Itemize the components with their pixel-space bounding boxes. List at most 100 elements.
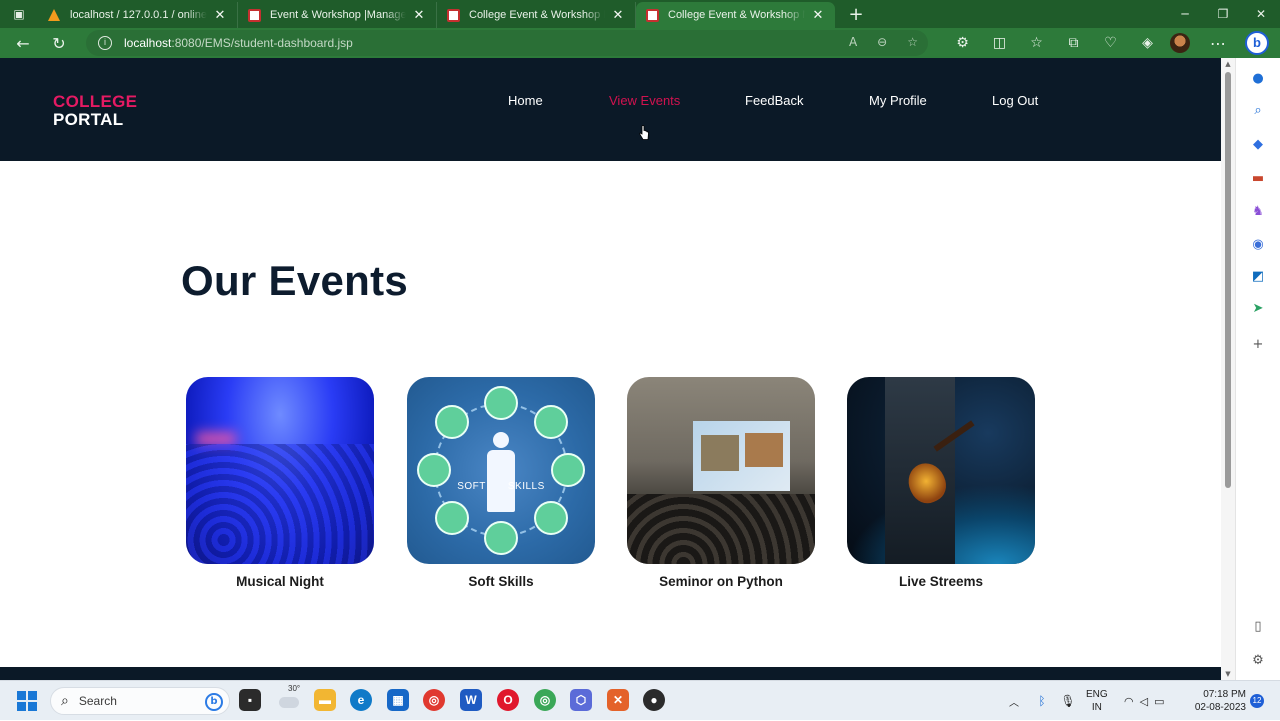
search-placeholder: Search bbox=[78, 694, 117, 708]
hand-cursor-icon bbox=[639, 125, 649, 140]
language-indicator[interactable]: ENG IN bbox=[1086, 688, 1108, 714]
shopping-tag-icon[interactable]: ◆ bbox=[1249, 136, 1267, 154]
split-screen-icon[interactable]: ◫ bbox=[981, 35, 1018, 51]
windows-start-icon[interactable] bbox=[17, 691, 37, 711]
browser-tab[interactable]: College Event & Workshop Management ✕ bbox=[437, 2, 636, 28]
tools-icon[interactable]: ▬ bbox=[1249, 170, 1267, 188]
close-tab-icon[interactable]: ✕ bbox=[213, 7, 227, 23]
address-bar-icons: A ⊖ ☆ bbox=[849, 35, 918, 49]
new-tab-icon[interactable]: + bbox=[841, 4, 871, 25]
microsoft-365-icon[interactable]: ◉ bbox=[1249, 236, 1267, 254]
url-text[interactable]: localhost:8080/EMS/student-dashboard.jsp bbox=[124, 36, 353, 50]
nav-my-profile[interactable]: My Profile bbox=[869, 93, 927, 108]
event-name[interactable]: Live Streems bbox=[847, 574, 1035, 589]
ems-icon bbox=[646, 8, 659, 22]
bluetooth-icon[interactable]: ᛒ bbox=[1029, 694, 1055, 708]
opera-icon[interactable]: O bbox=[497, 689, 519, 711]
xampp-icon[interactable]: ✕ bbox=[607, 689, 629, 711]
favorite-star-icon[interactable]: ☆ bbox=[907, 35, 918, 49]
read-aloud-icon[interactable]: A bbox=[849, 35, 857, 49]
status-icons: ◠ ◁ ▭ bbox=[1124, 681, 1164, 721]
edge-icon[interactable]: e bbox=[350, 689, 372, 711]
nav-log-out[interactable]: Log Out bbox=[992, 93, 1038, 108]
bing-icon[interactable]: b bbox=[205, 693, 223, 711]
refresh-icon[interactable]: ↻ bbox=[41, 28, 77, 58]
more-menu-icon[interactable]: ⋯ bbox=[1200, 28, 1236, 58]
copilot-icon[interactable]: b bbox=[1245, 31, 1269, 55]
address-bar[interactable]: i localhost:8080/EMS/student-dashboard.j… bbox=[86, 30, 928, 56]
window-controls: ─ ❐ ✕ bbox=[1166, 0, 1280, 28]
tab-actions-icon[interactable]: ▣ bbox=[0, 0, 38, 28]
sidebar-toggle-icon[interactable]: ▯ bbox=[1249, 618, 1267, 636]
microphone-icon[interactable]: 🎙 bbox=[1055, 694, 1081, 708]
event-image-musical-night[interactable] bbox=[186, 377, 374, 564]
event-image-live-streams[interactable] bbox=[847, 377, 1035, 564]
tab-title: College Event & Workshop Management bbox=[469, 9, 605, 21]
close-tab-icon[interactable]: ✕ bbox=[611, 7, 625, 23]
send-icon[interactable]: ➤ bbox=[1249, 300, 1267, 318]
chevron-up-icon[interactable]: ︿ bbox=[1009, 694, 1023, 709]
notification-bell-icon[interactable]: ● bbox=[1249, 70, 1267, 88]
site-info-icon[interactable]: i bbox=[98, 36, 112, 50]
games-icon[interactable]: ♞ bbox=[1249, 203, 1267, 221]
browser-tab[interactable]: Event & Workshop |Management ✕ bbox=[238, 2, 437, 28]
event-name[interactable]: Soft Skills bbox=[407, 574, 595, 589]
app-icon[interactable]: ● bbox=[643, 689, 665, 711]
minimize-icon[interactable]: ─ bbox=[1166, 0, 1204, 28]
event-name[interactable]: Seminor on Python bbox=[627, 574, 815, 589]
extensions-icon[interactable]: ⚙ bbox=[944, 35, 981, 51]
app-icon[interactable]: ⬡ bbox=[570, 689, 592, 711]
event-card[interactable]: SOFT SKILLS Soft Skills bbox=[407, 377, 595, 589]
add-icon[interactable]: + bbox=[1249, 336, 1267, 354]
settings-gear-icon[interactable]: ⚙ bbox=[1249, 652, 1267, 670]
scroll-up-icon[interactable]: ▲ bbox=[1221, 60, 1235, 68]
copilot-tools-icon[interactable]: ◈ bbox=[1129, 35, 1166, 51]
close-tab-icon[interactable]: ✕ bbox=[811, 7, 825, 23]
outlook-icon[interactable]: ◩ bbox=[1249, 268, 1267, 286]
nav-home[interactable]: Home bbox=[508, 93, 543, 108]
close-window-icon[interactable]: ✕ bbox=[1242, 0, 1280, 28]
event-image-seminar[interactable] bbox=[627, 377, 815, 564]
event-card[interactable]: Musical Night bbox=[186, 377, 374, 589]
browser-essentials-icon[interactable]: ♡ bbox=[1092, 35, 1129, 51]
maximize-icon[interactable]: ❐ bbox=[1204, 0, 1242, 28]
weather-widget[interactable]: 30° bbox=[279, 684, 301, 711]
event-name[interactable]: Musical Night bbox=[186, 574, 374, 589]
browser-tab-strip: ▣ localhost / 127.0.0.1 / onlineevent ✕ … bbox=[0, 0, 1280, 28]
taskbar-search[interactable]: ⌕ Search b bbox=[50, 687, 230, 715]
scroll-down-icon[interactable]: ▼ bbox=[1221, 670, 1235, 678]
page-scrollbar[interactable]: ▲ ▼ bbox=[1221, 58, 1235, 680]
volume-icon[interactable]: ◁ bbox=[1140, 695, 1148, 708]
favorites-icon[interactable]: ☆ bbox=[1018, 35, 1055, 51]
clock[interactable]: 07:18 PM 02-08-2023 bbox=[1188, 688, 1246, 714]
wifi-icon[interactable]: ◠ bbox=[1124, 695, 1134, 708]
main-nav: Home View Events FeedBack My Profile Log… bbox=[0, 93, 1221, 111]
scrollbar-thumb[interactable] bbox=[1225, 72, 1231, 488]
nav-feedback[interactable]: FeedBack bbox=[745, 93, 804, 108]
close-tab-icon[interactable]: ✕ bbox=[412, 7, 426, 23]
browser-tab-active[interactable]: College Event & Workshop Management ✕ bbox=[636, 2, 835, 28]
event-image-soft-skills[interactable]: SOFT SKILLS bbox=[407, 377, 595, 564]
browser-tab[interactable]: localhost / 127.0.0.1 / onlineevent ✕ bbox=[38, 2, 238, 28]
event-card[interactable]: Seminor on Python bbox=[627, 377, 815, 589]
task-view-icon[interactable]: ▪ bbox=[239, 689, 261, 711]
chrome-profile-icon[interactable]: ◎ bbox=[534, 689, 556, 711]
tab-title: Event & Workshop |Management bbox=[270, 9, 406, 21]
notification-badge[interactable]: 12 bbox=[1250, 694, 1264, 708]
file-explorer-icon[interactable]: ▬ bbox=[314, 689, 336, 711]
tab-title: College Event & Workshop Management bbox=[668, 9, 805, 21]
battery-icon[interactable]: ▭ bbox=[1154, 695, 1164, 708]
collections-icon[interactable]: ⧉ bbox=[1055, 35, 1092, 51]
search-icon[interactable]: ⌕ bbox=[1249, 102, 1267, 120]
back-arrow-icon[interactable]: ← bbox=[5, 28, 41, 58]
system-tray: ︿ ᛒ 🎙 bbox=[1009, 681, 1081, 721]
store-icon[interactable]: ▦ bbox=[387, 689, 409, 711]
phpmyadmin-icon bbox=[48, 9, 61, 22]
event-card[interactable]: Live Streems bbox=[847, 377, 1035, 589]
soft-skills-image-text: SOFT SKILLS bbox=[457, 481, 545, 492]
profile-avatar[interactable] bbox=[1170, 33, 1190, 53]
word-icon[interactable]: W bbox=[460, 689, 482, 711]
zoom-icon[interactable]: ⊖ bbox=[877, 35, 887, 49]
chrome-icon[interactable]: ◎ bbox=[423, 689, 445, 711]
nav-view-events[interactable]: View Events bbox=[609, 93, 680, 108]
